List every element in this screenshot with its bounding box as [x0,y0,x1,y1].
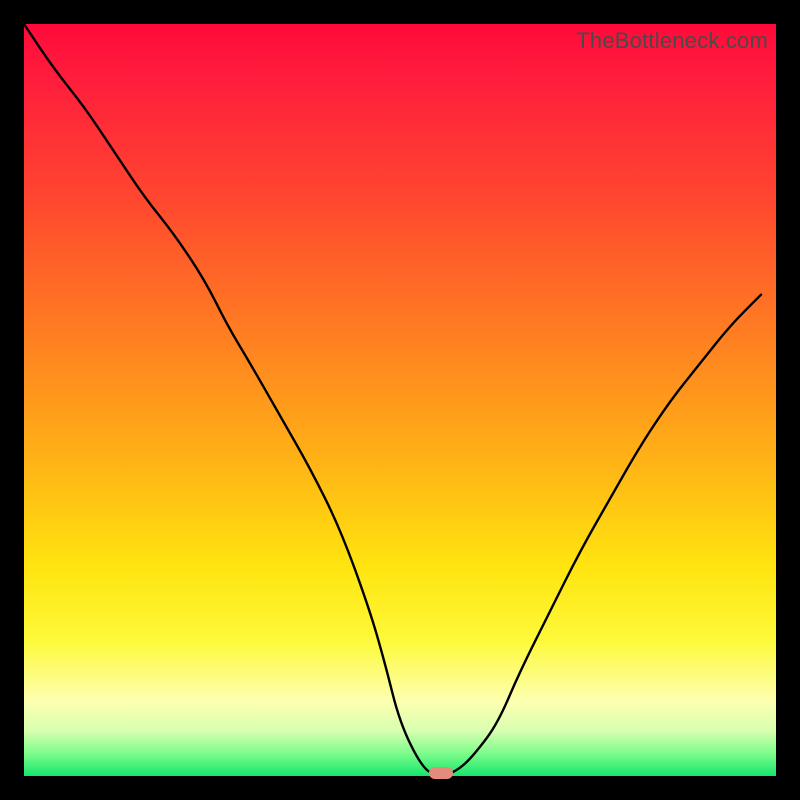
chart-frame: TheBottleneck.com [0,0,800,800]
bottleneck-curve [24,24,776,776]
optimal-marker [429,767,453,779]
curve-path [24,24,761,776]
plot-area: TheBottleneck.com [24,24,776,776]
